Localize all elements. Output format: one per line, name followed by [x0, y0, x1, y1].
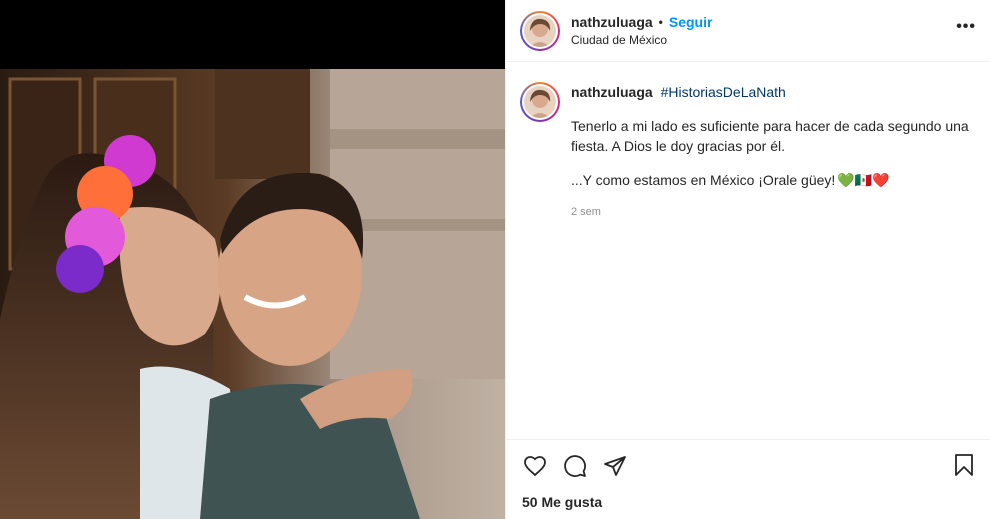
- post-actions: 50 Me gusta: [506, 439, 990, 519]
- caption-paragraph-2-text: ...Y como estamos en México ¡Orale güey!: [571, 172, 836, 188]
- post-caption: nathzuluaga #HistoriasDeLaNath Tenerlo a…: [506, 62, 990, 222]
- author-avatar[interactable]: [520, 10, 560, 51]
- caption-hashtag[interactable]: #HistoriasDeLaNath: [661, 84, 786, 100]
- avatar-image: [524, 86, 556, 118]
- header-text: nathzuluaga • Seguir Ciudad de México: [571, 14, 712, 47]
- post-photo[interactable]: [0, 69, 505, 519]
- header-line: nathzuluaga • Seguir: [571, 14, 712, 30]
- post-location[interactable]: Ciudad de México: [571, 33, 712, 47]
- comment-icon: [564, 455, 586, 477]
- caption-body: nathzuluaga #HistoriasDeLaNath Tenerlo a…: [571, 82, 976, 222]
- comment-button[interactable]: [562, 453, 588, 479]
- caption-emojis: 💚🇲🇽❤️: [837, 172, 890, 188]
- avatar-border: [522, 12, 558, 49]
- caption-paragraph-2: ...Y como estamos en México ¡Orale güey!…: [571, 170, 972, 190]
- action-icons: [506, 440, 990, 480]
- caption-paragraph-1: Tenerlo a mi lado es suficiente para hac…: [571, 118, 969, 154]
- heart-icon: [524, 456, 546, 477]
- post-timestamp[interactable]: 2 sem: [571, 202, 972, 222]
- post-header: nathzuluaga • Seguir Ciudad de México ••…: [506, 0, 990, 62]
- author-username[interactable]: nathzuluaga: [571, 14, 653, 30]
- like-count[interactable]: 50 Me gusta: [506, 480, 990, 510]
- post-media: [0, 0, 505, 519]
- avatar-image: [524, 14, 556, 47]
- share-button[interactable]: [602, 453, 628, 479]
- send-icon: [604, 456, 626, 476]
- caption-heading: nathzuluaga #HistoriasDeLaNath: [571, 82, 972, 102]
- separator-dot: •: [658, 15, 663, 29]
- follow-button[interactable]: Seguir: [669, 14, 713, 30]
- caption-username[interactable]: nathzuluaga: [571, 84, 653, 100]
- save-button[interactable]: [951, 452, 977, 478]
- bookmark-icon: [955, 454, 973, 476]
- more-dots-icon[interactable]: •••: [956, 18, 976, 36]
- caption-avatar[interactable]: [520, 82, 560, 122]
- instagram-post-view: nathzuluaga • Seguir Ciudad de México ••…: [0, 0, 990, 519]
- post-side-panel: nathzuluaga • Seguir Ciudad de México ••…: [505, 0, 990, 519]
- avatar-border: [522, 84, 558, 120]
- like-button[interactable]: [522, 453, 548, 479]
